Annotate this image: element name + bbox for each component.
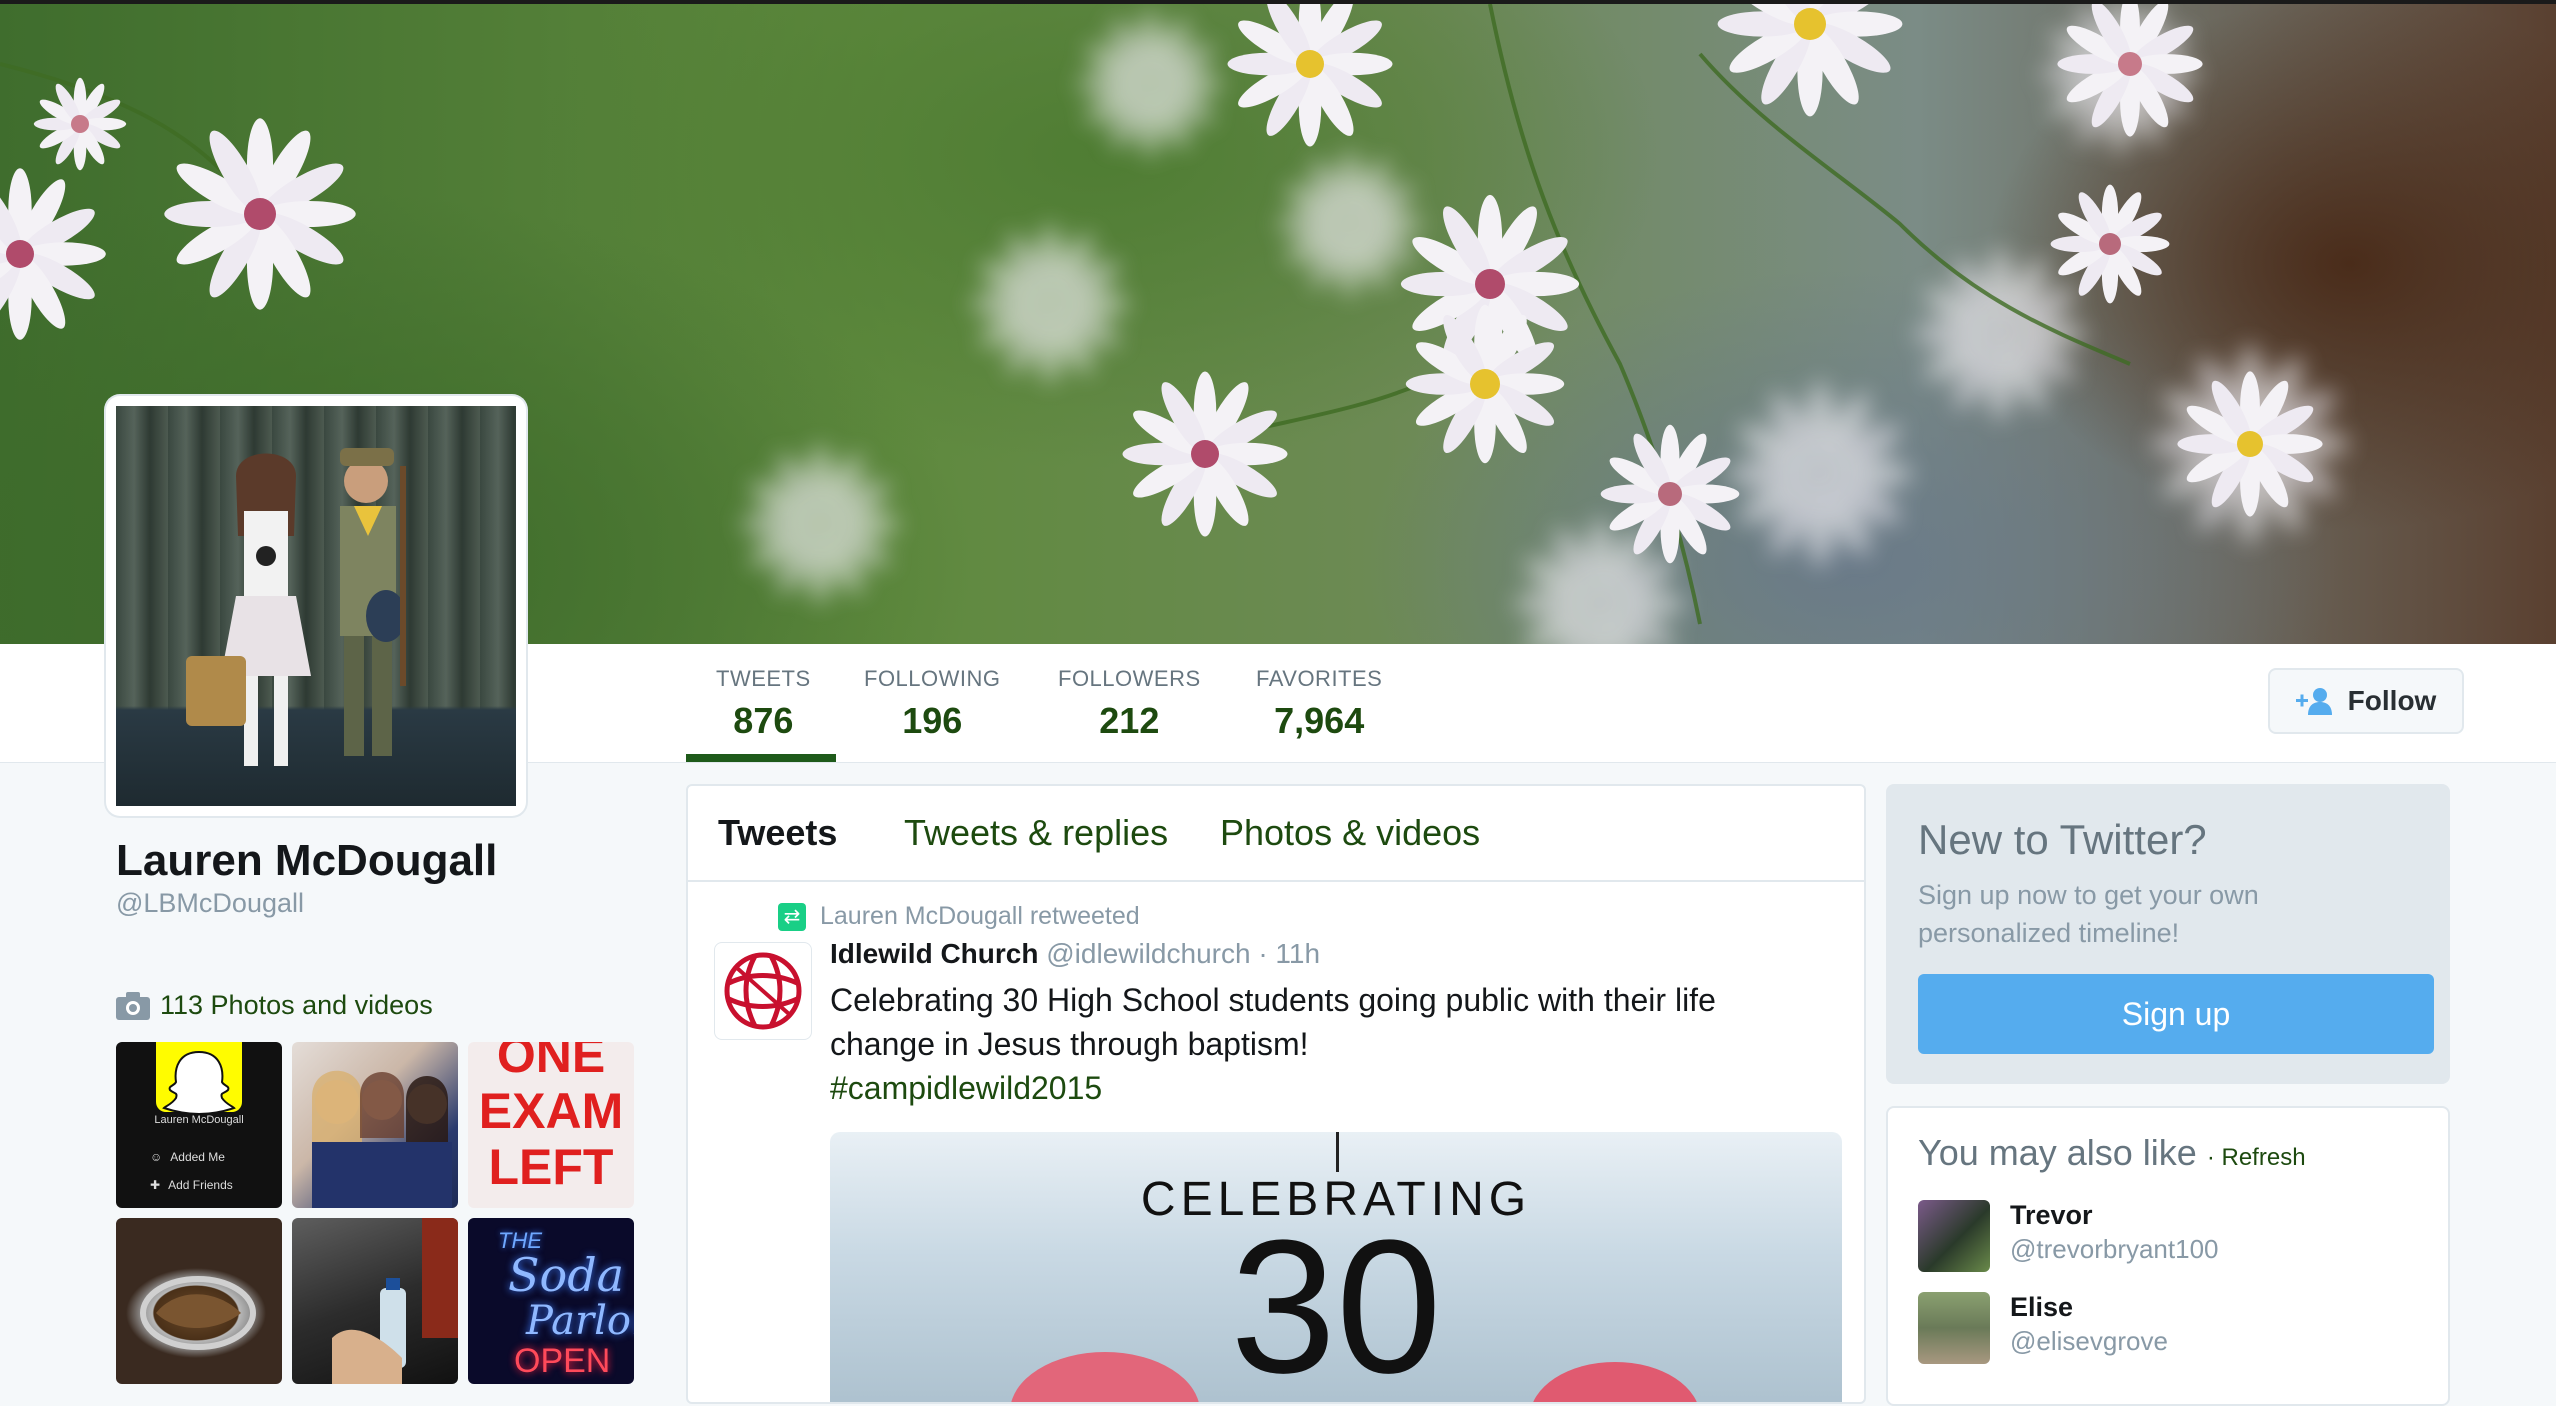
signup-module: New to Twitter? Sign up now to get your … (1886, 784, 2450, 1084)
profile-name: Lauren McDougall (116, 836, 498, 885)
tweet-hashtag[interactable]: #campidlewild2015 (830, 1066, 1790, 1110)
snapchat-add-friends: ✚ Add Friends (150, 1178, 233, 1192)
media-text-30: 30 (1230, 1201, 1442, 1404)
neon-text-open: OPEN (514, 1342, 611, 1380)
suggested-user-handle: @trevorbryant100 (2010, 1234, 2219, 1264)
photos-link-label: 113 Photos and videos (160, 990, 433, 1020)
suggested-user-avatar[interactable] (1918, 1200, 1990, 1272)
exam-text-line2: EXAM (478, 1083, 624, 1139)
snapchat-username: Lauren McDougall (154, 1114, 244, 1126)
thumbnail-graduation-photo[interactable] (292, 1042, 458, 1208)
stat-following[interactable]: FOLLOWING 196 (864, 666, 1001, 742)
photos-and-videos-link[interactable]: 113 Photos and videos (116, 990, 433, 1021)
thumbnail-water-bottle[interactable] (292, 1218, 458, 1384)
snapchat-added-me: ☺ Added Me (150, 1150, 225, 1164)
suggestions-title-text: You may also like (1918, 1132, 2197, 1173)
tweet-header: Idlewild Church @idlewildchurch · 11h (830, 938, 1320, 970)
stat-followers[interactable]: FOLLOWERS 212 (1058, 666, 1201, 742)
signup-button[interactable]: Sign up (1918, 974, 2434, 1054)
tweet-text: Celebrating 30 High School students goin… (830, 978, 1790, 1110)
add-user-icon (2295, 688, 2332, 715)
exam-text-line1: ONE (496, 1042, 606, 1083)
retweet-context: ⇄ Lauren McDougall retweeted (778, 902, 1140, 931)
signup-subtitle: Sign up now to get your own personalized… (1918, 880, 2259, 948)
suggested-user-name[interactable]: Elise (2010, 1292, 2073, 1323)
retweet-icon: ⇄ (778, 902, 806, 931)
stat-value: 212 (1099, 700, 1160, 741)
stat-value: 876 (733, 700, 794, 741)
tab-tweets-and-replies[interactable]: Tweets & replies (904, 812, 1168, 854)
suggested-user-name[interactable]: Trevor (2010, 1200, 2093, 1231)
idlewild-logo-icon (724, 952, 802, 1030)
media-pole (1336, 1132, 1339, 1172)
stat-label: FOLLOWERS (1058, 666, 1201, 691)
profile-avatar[interactable] (106, 396, 526, 816)
suggested-user-avatar[interactable] (1918, 1292, 1990, 1364)
stat-favorites[interactable]: FAVORITES 7,964 (1256, 666, 1382, 742)
neon-text-soda: Soda (508, 1248, 625, 1302)
timeline-tabs: Tweets Tweets & replies Photos & videos (688, 786, 1864, 882)
suggestions-refresh-link[interactable]: · Refresh (2207, 1144, 2306, 1171)
tweet-text-line1: Celebrating 30 High School students goin… (830, 982, 1716, 1018)
signup-title: New to Twitter? (1918, 816, 2207, 863)
camera-icon (116, 991, 150, 1020)
thumbnail-one-exam-left[interactable]: ONE EXAM LEFT (468, 1042, 634, 1208)
stat-label: FOLLOWING (864, 666, 1001, 691)
suggested-user[interactable]: Elise @elisevgrove (1918, 1292, 2418, 1366)
thumbnail-snapchat[interactable]: Lauren McDougall ☺ Added Me ✚ Add Friends (116, 1042, 282, 1208)
neon-text-parlor: Parlor (526, 1298, 634, 1344)
active-stat-indicator (686, 754, 836, 762)
tweet-author-meta[interactable]: @idlewildchurch · 11h (1046, 938, 1320, 969)
profile-handle: @LBMcDougall (116, 888, 304, 918)
tweet-author-name[interactable]: Idlewild Church (830, 938, 1038, 969)
thumbnail-food-plate[interactable] (116, 1218, 282, 1384)
tweet-author-avatar[interactable] (714, 942, 812, 1040)
suggested-user-handle: @elisevgrove (2010, 1326, 2168, 1356)
avatar-photo (116, 406, 516, 806)
follow-button[interactable]: Follow (2268, 668, 2464, 734)
stat-label: TWEETS (716, 666, 811, 691)
suggestions-title: You may also like · Refresh (1918, 1132, 2306, 1174)
timeline-panel: Tweets Tweets & replies Photos & videos … (686, 784, 1866, 1404)
tab-photos-and-videos[interactable]: Photos & videos (1220, 812, 1480, 854)
follow-button-label: Follow (2347, 685, 2437, 716)
tab-tweets[interactable]: Tweets (718, 812, 837, 854)
thumbnail-soda-parlor-neon[interactable]: THE Soda Parlor OPEN (468, 1218, 634, 1384)
you-may-also-like-module: You may also like · Refresh Trevor @trev… (1886, 1106, 2450, 1406)
retweet-note: Lauren McDougall retweeted (820, 902, 1140, 930)
tweet-text-line2: change in Jesus through baptism! (830, 1026, 1309, 1062)
stat-value: 7,964 (1274, 700, 1365, 741)
exam-text-line3: LEFT (488, 1139, 614, 1195)
tweet-media-image[interactable]: CELEBRATING 30 (830, 1132, 1842, 1404)
stat-tweets[interactable]: TWEETS 876 (716, 666, 811, 742)
suggested-user[interactable]: Trevor @trevorbryant100 (1918, 1200, 2418, 1274)
stat-label: FAVORITES (1256, 666, 1383, 691)
stat-value: 196 (902, 700, 963, 741)
